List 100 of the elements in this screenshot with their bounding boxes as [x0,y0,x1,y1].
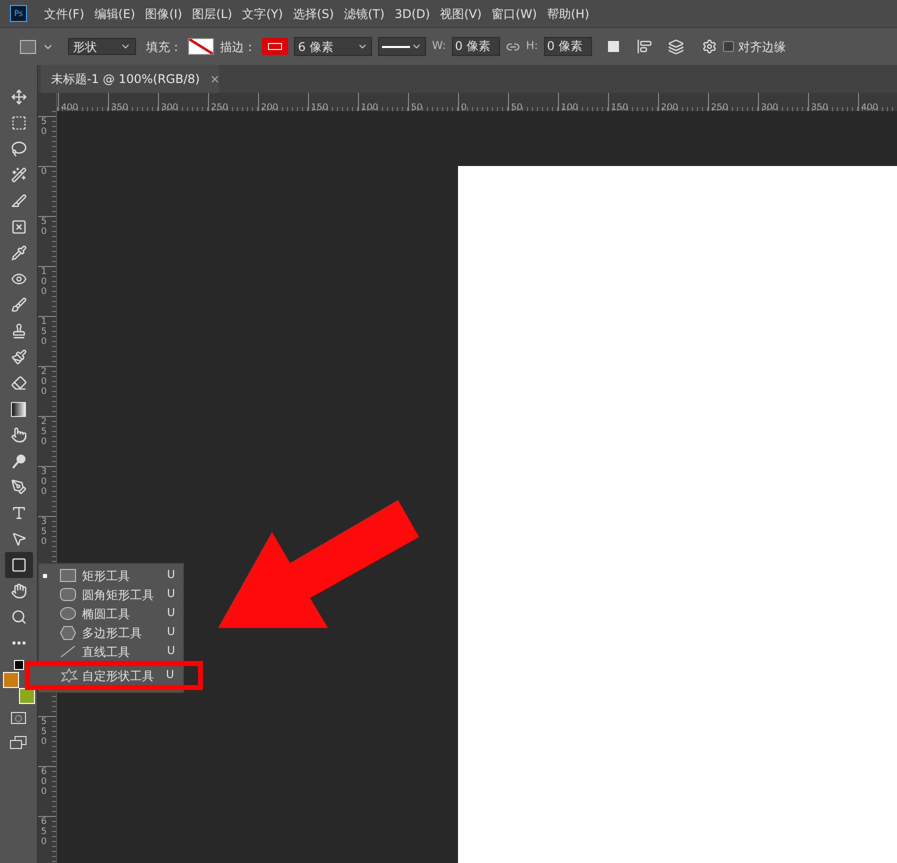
width-field[interactable]: 0 像素 [452,37,500,56]
checkbox-label: 对齐边缘 [738,38,786,56]
align-edges-checkbox[interactable]: 对齐边缘 [722,38,786,56]
stroke-icon [268,43,282,50]
shortcut-label: U [166,586,175,602]
menu-item[interactable]: 滤镜(T) [338,4,390,22]
ruler-label: 200 [660,103,678,111]
hand-icon [10,583,26,599]
ruler-label: 300 [41,468,47,498]
menu-item-label: 矩形工具 [82,568,131,584]
document-title: 未标题-1 @ 100%(RGB/8) [51,71,200,88]
type-icon [10,505,26,521]
menu-item[interactable]: 图层(L) [187,4,238,22]
quick-mask-icon[interactable] [11,712,26,724]
checkbox[interactable] [722,41,734,52]
search-icon [10,609,26,625]
menu-item[interactable]: 圆角矩形工具 U [39,585,183,604]
line-icon [60,645,76,658]
menu-item[interactable]: 文件(F) [39,4,90,22]
default-colors-icon[interactable] [14,660,24,670]
knife-icon [10,193,26,209]
stroke-type-dropdown[interactable] [378,37,426,56]
menu-item[interactable]: 多边形工具 U [39,623,183,642]
ruler-label: 0 [41,168,47,178]
ruler-label: 200 [41,368,47,398]
close-button[interactable]: × [210,70,220,88]
ruler-label: 400 [60,103,78,111]
stroke-width-dropdown[interactable]: 6 像素 [294,37,372,56]
eraser-icon [10,375,26,391]
ruler-label: 250 [710,103,728,111]
ruler-label: 100 [360,103,378,111]
rounded-rectangle-icon [60,588,76,601]
line-icon [382,46,410,48]
rectangle-icon [20,40,36,54]
mode-dropdown[interactable]: 形状 [68,38,136,55]
ellipse-icon [60,607,76,620]
marquee-icon [10,115,26,131]
eye-icon [10,271,26,287]
ruler-label: 50 [41,218,47,238]
screen-mode-icon[interactable] [10,736,27,749]
menu-item-label: 自定形状工具 [82,668,155,684]
dodge-icon [10,453,26,469]
shortcut-label: U [166,624,175,640]
ruler-label: 350 [110,103,128,111]
height-field[interactable]: 0 像素 [544,37,592,56]
fill-label: 填充： [146,38,182,56]
ruler-label: 650 [41,818,47,848]
move-icon [10,89,26,105]
ruler-label: 250 [41,418,47,448]
ruler-label: 150 [610,103,628,111]
menu-item[interactable]: 图像(I) [140,4,188,22]
tool-button[interactable] [4,552,32,578]
settings-icon[interactable] [702,39,717,54]
fill-swatch[interactable] [188,38,214,55]
width-label: W: [432,38,446,54]
pointer-icon [10,531,26,547]
menu-item[interactable]: 视图(V) [435,4,487,22]
menu-item[interactable]: 选择(S) [288,4,339,22]
menu-item[interactable]: 直线工具 U [39,642,183,661]
ruler-label: 400 [860,103,878,111]
ruler-label: 250 [210,103,228,111]
menu-item[interactable]: 矩形工具 U [39,566,183,585]
finger-icon [10,427,26,443]
menu-item[interactable]: 帮助(H) [542,4,594,22]
path-operations-icon[interactable] [608,41,619,52]
menu-item[interactable]: 3D(D) [390,4,436,22]
eyedropper-icon [10,245,26,261]
ruler-label: 300 [760,103,778,111]
menu-item[interactable]: 文字(Y) [237,4,288,22]
color-swatch[interactable] [2,672,18,688]
ruler-label: 100 [41,268,47,298]
layers-icon[interactable] [668,38,684,54]
frame-icon [10,219,26,235]
height-label: H: [526,38,538,54]
lasso-icon [10,141,26,157]
highlighted-menu-item[interactable]: 自定形状工具 U [25,661,203,690]
magic-wand-icon [10,167,26,183]
rectangle-icon [10,557,26,573]
ruler-label: 0 [460,103,467,111]
ruler-label: 350 [41,518,47,548]
shortcut-label: U [166,667,174,684]
menu-item-label: 多边形工具 [82,624,143,642]
ruler-label: 50 [410,103,422,111]
shortcut-label: U [166,605,175,622]
menu-item[interactable]: 编辑(E) [89,4,140,22]
align-icon[interactable] [636,39,652,54]
rectangle-icon [60,569,76,582]
document-tab[interactable]: 未标题-1 @ 100%(RGB/8) × [41,65,219,93]
stroke-swatch[interactable] [262,38,288,55]
more-icon [12,641,26,645]
stroke-label: 描边： [220,38,256,56]
menu-item[interactable]: 椭圆工具 U [39,604,183,623]
ruler-label: 100 [560,103,578,111]
color-swatch[interactable] [18,688,34,704]
gradient-icon [11,402,26,416]
ruler-label: 350 [810,103,828,111]
brush-icon [10,297,26,313]
menu-item[interactable]: 窗口(W) [486,4,542,22]
menu-item-label: 椭圆工具 [82,606,131,622]
menu-item-label: 圆角矩形工具 [82,586,155,604]
